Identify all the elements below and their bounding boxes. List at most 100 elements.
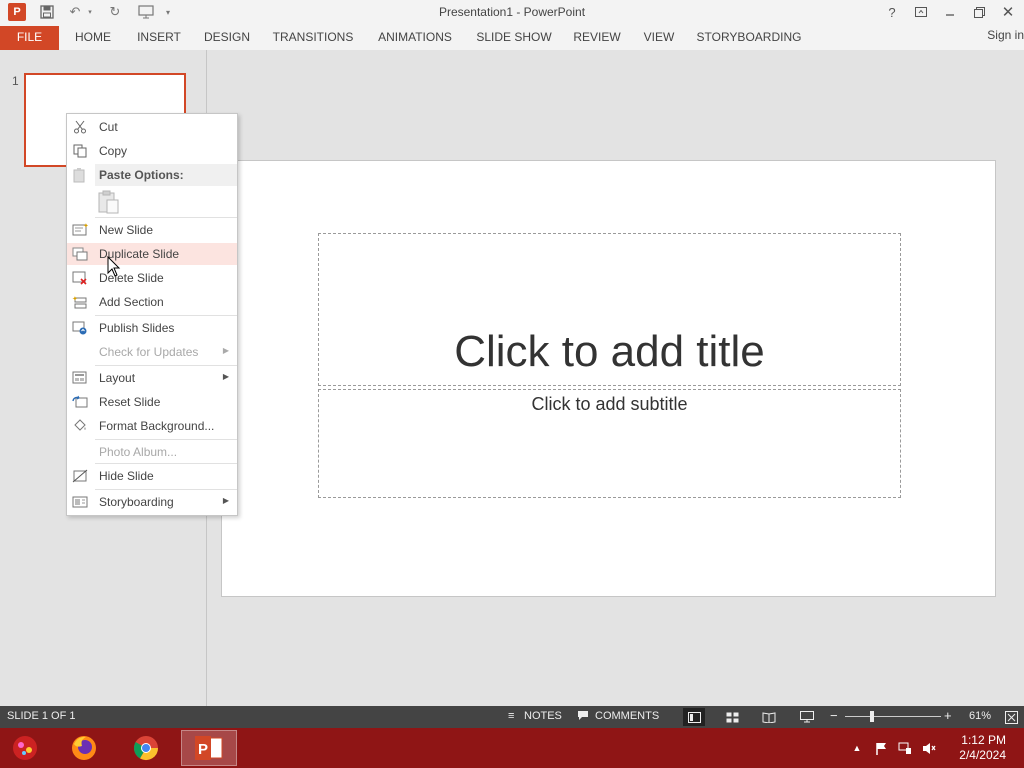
close-icon[interactable]: ✕ <box>996 3 1020 21</box>
menu-separator <box>95 365 237 366</box>
clock-date: 2/4/2024 <box>959 748 1006 762</box>
paste-options-label: Paste Options: <box>99 168 184 182</box>
network-icon[interactable] <box>897 740 913 756</box>
paste-keep-formatting-icon[interactable] <box>98 190 120 214</box>
sign-in-link[interactable]: Sign in <box>987 28 1024 42</box>
zoom-level[interactable]: 61% <box>969 710 991 722</box>
title-bar: P ↶ ▾ ↻ ▾ Presentation1 - PowerPoint ? ✕ <box>0 0 1024 26</box>
menu-item-publish-slides[interactable]: Publish Slides <box>67 317 237 339</box>
help-icon[interactable]: ? <box>880 3 904 21</box>
publish-slides-icon <box>72 320 88 336</box>
menu-item-cut[interactable]: Cut <box>67 116 237 138</box>
menu-item-label: Cut <box>99 120 118 134</box>
menu-item-reset-slide[interactable]: Reset Slide <box>67 391 237 413</box>
subtitle-placeholder[interactable]: Click to add subtitle <box>318 389 901 498</box>
fit-slide-to-window-icon[interactable] <box>1000 708 1022 726</box>
slide-counter: SLIDE 1 OF 1 <box>7 710 76 722</box>
comments-button[interactable]: COMMENTS <box>595 710 659 722</box>
paste-options-header: Paste Options: <box>95 164 237 186</box>
paint-bucket-icon <box>72 418 88 434</box>
ribbon-tabs: FILE HOME INSERT DESIGN TRANSITIONS ANIM… <box>0 26 1024 50</box>
menu-separator <box>95 315 237 316</box>
save-icon[interactable] <box>38 3 56 21</box>
restore-icon[interactable] <box>967 3 991 21</box>
tab-design[interactable]: DESIGN <box>201 26 253 50</box>
menu-item-format-background[interactable]: Format Background... <box>67 415 237 437</box>
system-clock[interactable]: 1:12 PM 2/4/2024 <box>959 733 1006 763</box>
slide-canvas[interactable]: Click to add title Click to add subtitle <box>221 160 996 597</box>
layout-icon <box>72 370 88 386</box>
scissors-icon <box>72 119 88 135</box>
context-menu: Cut Copy Paste Options: ✦ New Slide Dupl… <box>66 113 238 516</box>
menu-separator <box>95 463 237 464</box>
paste-header-icon <box>72 167 88 186</box>
notes-button[interactable]: NOTES <box>524 710 562 722</box>
zoom-in-button[interactable]: + <box>944 708 952 723</box>
tab-review[interactable]: REVIEW <box>571 26 623 50</box>
undo-dropdown-icon[interactable]: ▾ <box>86 3 94 21</box>
zoom-slider-track[interactable] <box>845 716 941 717</box>
menu-separator <box>95 489 237 490</box>
add-section-icon: ✦ <box>72 294 88 310</box>
title-placeholder[interactable]: Click to add title <box>318 233 901 386</box>
menu-item-label: Photo Album... <box>99 445 178 459</box>
menu-item-label: Publish Slides <box>99 321 175 335</box>
chrome-icon[interactable] <box>118 730 174 766</box>
reading-view-icon[interactable] <box>758 708 780 726</box>
comments-icon[interactable] <box>577 710 589 724</box>
svg-text:✦: ✦ <box>72 295 78 303</box>
menu-item-layout[interactable]: Layout ▶ <box>67 367 237 389</box>
redo-icon[interactable]: ↻ <box>106 3 124 21</box>
customize-qat-icon[interactable]: ▾ <box>163 3 173 21</box>
menu-item-check-for-updates: Check for Updates ▶ <box>67 341 237 363</box>
menu-item-delete-slide[interactable]: Delete Slide <box>67 267 237 289</box>
tab-animations[interactable]: ANIMATIONS <box>372 26 458 50</box>
slide-show-view-icon[interactable] <box>796 708 818 726</box>
submenu-arrow-icon: ▶ <box>222 372 229 381</box>
powerpoint-logo-icon[interactable]: P <box>8 3 26 21</box>
firefox-icon[interactable] <box>56 730 112 766</box>
slide-number: 1 <box>12 74 19 88</box>
menu-item-label: Check for Updates <box>99 345 199 359</box>
menu-item-label: Add Section <box>99 295 164 309</box>
menu-item-label: Layout <box>99 371 136 385</box>
copy-icon <box>72 143 88 159</box>
menu-item-add-section[interactable]: ✦ Add Section <box>67 291 237 313</box>
menu-item-label: Reset Slide <box>99 395 161 409</box>
start-button-icon[interactable] <box>2 730 48 766</box>
reset-slide-icon <box>72 394 88 410</box>
ribbon-display-options-icon[interactable] <box>909 3 933 21</box>
zoom-out-button[interactable]: − <box>830 708 838 723</box>
duplicate-slide-icon <box>72 246 88 262</box>
tab-transitions[interactable]: TRANSITIONS <box>270 26 356 50</box>
hide-slide-icon <box>72 468 88 484</box>
menu-item-label: Copy <box>99 144 128 158</box>
undo-icon[interactable]: ↶ <box>66 3 84 21</box>
menu-separator <box>95 217 237 218</box>
storyboarding-icon <box>72 494 88 510</box>
tab-storyboarding[interactable]: STORYBOARDING <box>696 26 802 50</box>
start-from-beginning-icon[interactable] <box>136 3 156 21</box>
windows-taskbar: P ▲ 1:12 PM 2/4/2024 <box>0 728 1024 768</box>
tab-slide-show[interactable]: SLIDE SHOW <box>474 26 554 50</box>
tab-home[interactable]: HOME <box>68 26 118 50</box>
normal-view-icon[interactable] <box>683 708 705 726</box>
menu-item-label: Storyboarding <box>99 495 174 509</box>
show-hidden-icons-icon[interactable]: ▲ <box>849 740 865 756</box>
notes-icon[interactable]: ≡ <box>508 710 514 722</box>
slide-sorter-view-icon[interactable] <box>721 708 743 726</box>
menu-item-new-slide[interactable]: ✦ New Slide <box>67 219 237 241</box>
tab-insert[interactable]: INSERT <box>134 26 184 50</box>
menu-item-duplicate-slide[interactable]: Duplicate Slide <box>67 243 237 265</box>
menu-item-storyboarding[interactable]: Storyboarding ▶ <box>67 491 237 513</box>
powerpoint-taskbar-icon[interactable]: P <box>181 730 237 766</box>
minimize-icon[interactable] <box>938 3 962 21</box>
menu-item-copy[interactable]: Copy <box>67 140 237 162</box>
volume-muted-icon[interactable] <box>921 740 937 756</box>
menu-item-hide-slide[interactable]: Hide Slide <box>67 465 237 487</box>
tab-file[interactable]: FILE <box>0 26 59 50</box>
zoom-slider-thumb[interactable] <box>870 711 874 722</box>
mouse-cursor-icon <box>107 255 121 278</box>
tab-view[interactable]: VIEW <box>640 26 678 50</box>
action-center-flag-icon[interactable] <box>873 740 889 756</box>
